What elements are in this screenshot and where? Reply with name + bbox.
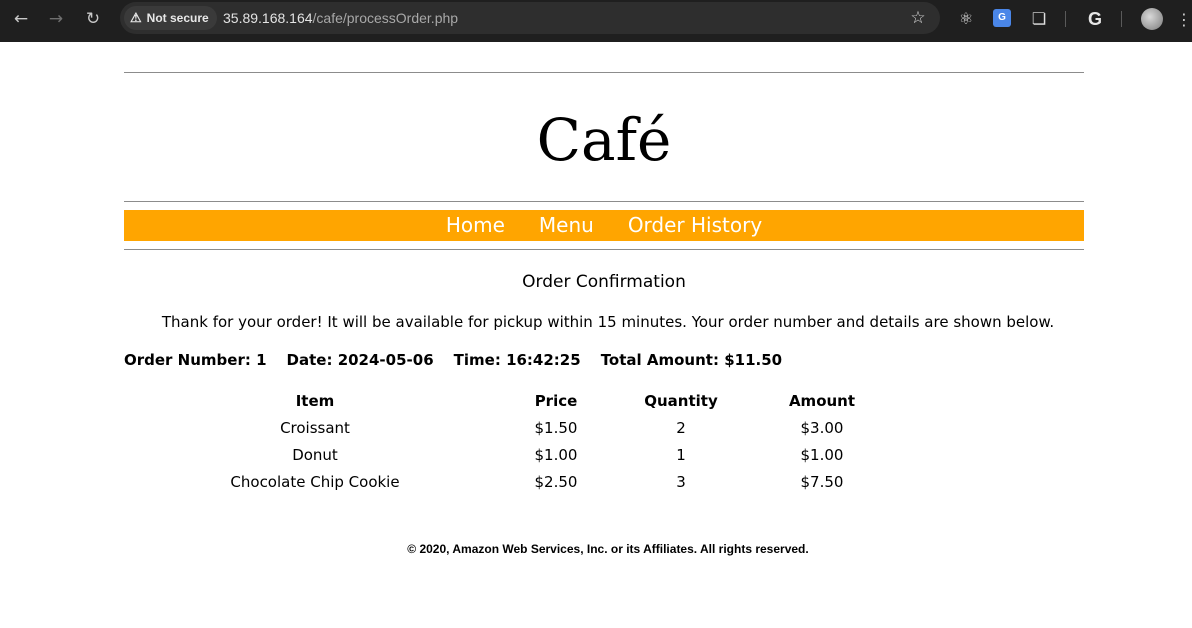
cell-amount: $3.00 (800, 418, 844, 437)
url-path: /cafe/processOrder.php (312, 10, 459, 26)
nav-home-link[interactable]: Home (446, 210, 505, 241)
address-bar[interactable]: ⚠ Not secure 35.89.168.164/cafe/processOr… (120, 2, 940, 34)
order-number: Order Number: 1 (124, 351, 267, 369)
forward-button[interactable]: → (42, 7, 70, 31)
nav-menu-link[interactable]: Menu (539, 210, 594, 241)
url-text[interactable]: 35.89.168.164/cafe/processOrder.php (223, 2, 458, 34)
divider-above-nav (124, 201, 1084, 202)
google-icon: G (1087, 9, 1102, 29)
cell-quantity: 1 (676, 445, 686, 464)
order-summary: Order Number: 1 Date: 2024-05-06 Time: 16:… (124, 349, 1084, 371)
table-row: Chocolate Chip Cookie $2.50 3 $7.50 (124, 468, 888, 495)
column-header-item: Item (295, 391, 335, 410)
divider-top (124, 72, 1084, 73)
order-date: Date: 2024-05-06 (286, 351, 434, 369)
arrow-left-icon: ← (13, 9, 29, 29)
url-host: 35.89.168.164 (223, 10, 313, 26)
column-header-price: Price (534, 391, 578, 410)
table-row: Donut $1.00 1 $1.00 (124, 441, 888, 468)
order-time: Time: 16:42:25 (453, 351, 581, 369)
column-header-amount: Amount (788, 391, 856, 410)
column-header-quantity: Quantity (644, 391, 718, 410)
site-title: Café (536, 106, 672, 174)
order-items-table: Item Price Quantity Amount Croissant $1.… (124, 387, 888, 495)
reload-button[interactable]: ↻ (79, 7, 107, 31)
security-label: Not secure (146, 11, 209, 25)
cell-amount: $7.50 (800, 472, 844, 491)
extensions-button[interactable]: ❏ (1027, 7, 1051, 31)
page-heading: Order Confirmation (522, 272, 686, 292)
security-chip[interactable]: ⚠ Not secure (124, 6, 217, 30)
table-row: Croissant $1.50 2 $3.00 (124, 414, 888, 441)
cell-item: Croissant (280, 418, 350, 437)
order-total: Total Amount: $11.50 (600, 351, 783, 369)
copyright-footer: © 2020, Amazon Web Services, Inc. or its… (407, 542, 809, 556)
browser-toolbar: ← → ↻ ⚠ Not secure 35.89.168.164/cafe/pro… (0, 0, 1192, 42)
cell-price: $2.50 (534, 472, 578, 491)
cell-item: Donut (292, 445, 338, 464)
reload-icon: ↻ (85, 9, 101, 29)
cell-price: $1.50 (534, 418, 578, 437)
cell-quantity: 2 (676, 418, 686, 437)
menu-kebab-icon[interactable]: ⋮ (1176, 10, 1192, 30)
back-button[interactable]: ← (7, 7, 35, 31)
toolbar-divider (1065, 11, 1066, 27)
confirmation-message: Thank for your order! It will be availab… (161, 313, 1055, 331)
cell-amount: $1.00 (800, 445, 844, 464)
nav-order-history-link[interactable]: Order History (628, 210, 762, 241)
cell-price: $1.00 (534, 445, 578, 464)
bookmark-button[interactable]: ☆ (906, 6, 930, 30)
profile-avatar[interactable] (1141, 8, 1163, 30)
react-icon: ⚛ (958, 9, 974, 28)
react-devtools-button[interactable]: ⚛ (954, 7, 978, 31)
translate-icon: G (998, 12, 1006, 23)
divider-below-nav (124, 249, 1084, 250)
google-account-button[interactable]: G (1083, 7, 1107, 31)
star-icon: ☆ (910, 8, 926, 28)
cell-quantity: 3 (676, 472, 686, 491)
toolbar-divider (1121, 11, 1122, 27)
translate-button[interactable]: G (993, 9, 1011, 27)
main-nav: Home Menu Order History (124, 210, 1084, 241)
warning-icon: ⚠ (130, 10, 142, 25)
arrow-right-icon: → (48, 9, 64, 29)
puzzle-icon: ❏ (1031, 9, 1047, 28)
table-header-row: Item Price Quantity Amount (124, 387, 888, 414)
cell-item: Chocolate Chip Cookie (230, 472, 400, 491)
